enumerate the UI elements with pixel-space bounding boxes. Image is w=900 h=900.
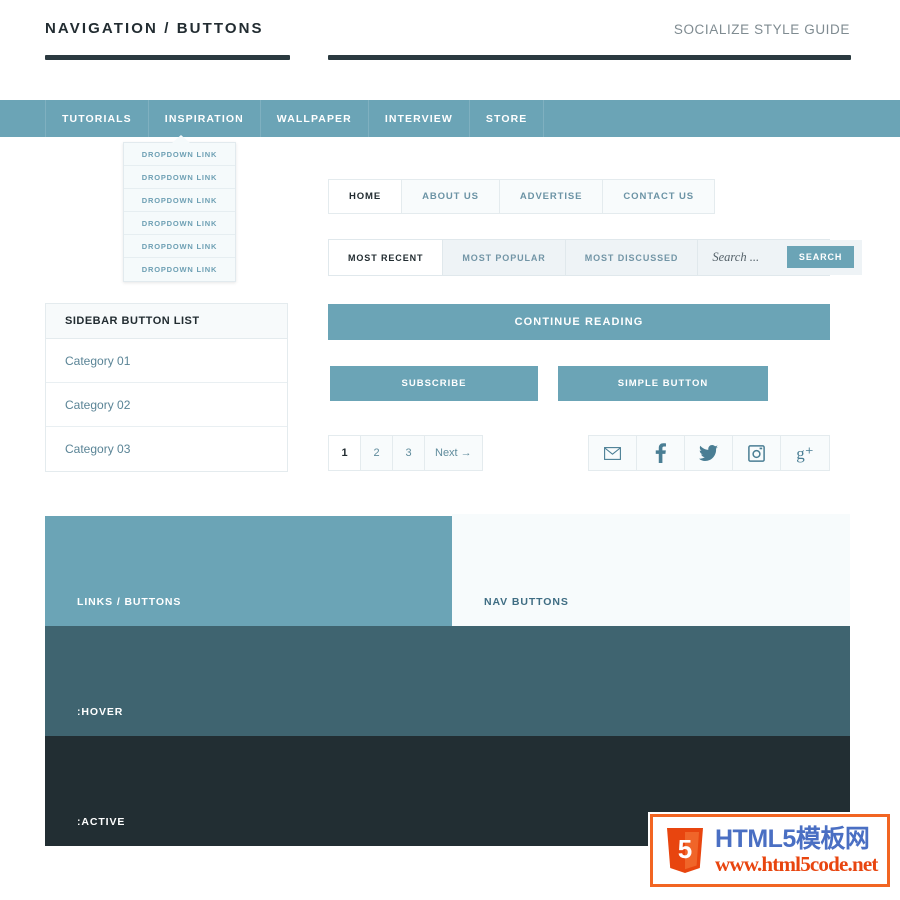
- mail-icon[interactable]: [589, 436, 637, 470]
- top-navigation-bar: TUTORIALS INSPIRATION WALLPAPER INTERVIE…: [0, 100, 900, 137]
- tab-most-popular[interactable]: MOST POPULAR: [443, 240, 566, 275]
- sidebar-item-category-01[interactable]: Category 01: [46, 339, 287, 383]
- pagination: 1 2 3 Next →: [328, 435, 483, 471]
- pagination-page-1[interactable]: 1: [329, 436, 361, 470]
- secondary-navigation: HOME ABOUT US ADVERTISE CONTACT US: [328, 179, 715, 214]
- sidebar-heading: SIDEBAR BUTTON LIST: [46, 304, 287, 339]
- pagination-page-2[interactable]: 2: [361, 436, 393, 470]
- tab-bar-with-search: MOST RECENT MOST POPULAR MOST DISCUSSED …: [328, 239, 863, 285]
- sidebar-item-category-02[interactable]: Category 02: [46, 383, 287, 427]
- nav-item-home[interactable]: HOME: [329, 180, 403, 213]
- swatch-nav-buttons: NAV BUTTONS: [452, 514, 850, 626]
- watermark-line-1: HTML5模板网: [715, 825, 870, 854]
- watermark-line-2: www.html5code.net: [715, 851, 878, 876]
- watermark: 5 HTML5模板网 www.html5code.net: [648, 812, 892, 889]
- dropdown-item-3[interactable]: DROPDOWN LINK: [124, 189, 235, 212]
- sidebar-item-category-03[interactable]: Category 03: [46, 427, 287, 471]
- swatch-hover-state: :HOVER: [45, 626, 850, 736]
- html5-shield-icon: 5: [667, 827, 703, 873]
- dropdown-item-4[interactable]: DROPDOWN LINK: [124, 212, 235, 235]
- tab-most-discussed[interactable]: MOST DISCUSSED: [566, 240, 699, 275]
- social-links: g⁺: [588, 435, 830, 471]
- swatch-links-buttons: LINKS / BUTTONS: [45, 516, 452, 626]
- twitter-icon[interactable]: [685, 436, 733, 470]
- sidebar-button-list: SIDEBAR BUTTON LIST Category 01 Category…: [45, 303, 288, 472]
- facebook-icon[interactable]: [637, 436, 685, 470]
- topnav-item-store[interactable]: STORE: [470, 100, 545, 137]
- page-title: NAVIGATION / BUTTONS: [45, 20, 264, 37]
- nav-item-contact-us[interactable]: CONTACT US: [603, 180, 714, 213]
- swatch-label-links-buttons: LINKS / BUTTONS: [77, 596, 182, 608]
- style-guide-label: SOCIALIZE STYLE GUIDE: [673, 22, 850, 37]
- dropdown-item-5[interactable]: DROPDOWN LINK: [124, 235, 235, 258]
- tab-most-recent[interactable]: MOST RECENT: [329, 240, 444, 285]
- watermark-text: HTML5模板网 www.html5code.net: [715, 825, 878, 876]
- topnav-item-tutorials[interactable]: TUTORIALS: [46, 100, 149, 137]
- topnav-item-inspiration[interactable]: INSPIRATION: [148, 100, 261, 137]
- dropdown-item-1[interactable]: DROPDOWN LINK: [124, 143, 235, 166]
- googleplus-glyph: g⁺: [796, 443, 814, 463]
- swatch-label-active: :ACTIVE: [77, 816, 126, 828]
- search-button[interactable]: SEARCH: [786, 246, 855, 268]
- search-zone: SEARCH: [698, 240, 863, 275]
- page-header: NAVIGATION / BUTTONS SOCIALIZE STYLE GUI…: [0, 0, 900, 100]
- topnav-item-wallpaper[interactable]: WALLPAPER: [261, 100, 369, 137]
- pagination-page-3[interactable]: 3: [393, 436, 425, 470]
- header-rule-left: [45, 55, 290, 60]
- swatch-label-nav-buttons: NAV BUTTONS: [484, 596, 569, 608]
- pagination-next[interactable]: Next →: [425, 436, 482, 470]
- continue-reading-button[interactable]: CONTINUE READING: [328, 304, 830, 340]
- dropdown-item-6[interactable]: DROPDOWN LINK: [124, 258, 235, 281]
- dropdown-item-2[interactable]: DROPDOWN LINK: [124, 166, 235, 189]
- header-rule-right: [328, 55, 851, 60]
- googleplus-icon[interactable]: g⁺: [781, 436, 829, 470]
- dropdown-menu: DROPDOWN LINK DROPDOWN LINK DROPDOWN LIN…: [123, 135, 236, 282]
- instagram-icon[interactable]: [733, 436, 781, 470]
- simple-button[interactable]: SIMPLE BUTTON: [558, 366, 768, 401]
- topnav-item-interview[interactable]: INTERVIEW: [369, 100, 470, 137]
- subscribe-button[interactable]: SUBSCRIBE: [330, 366, 538, 401]
- svg-text:5: 5: [678, 834, 692, 864]
- nav-item-about-us[interactable]: ABOUT US: [402, 180, 500, 213]
- swatch-label-hover: :HOVER: [77, 706, 124, 718]
- topnav-right-spacer: [544, 100, 900, 137]
- style-guide-page: NAVIGATION / BUTTONS SOCIALIZE STYLE GUI…: [0, 0, 900, 900]
- topnav-left-spacer: [0, 100, 46, 137]
- nav-item-advertise[interactable]: ADVERTISE: [500, 180, 604, 213]
